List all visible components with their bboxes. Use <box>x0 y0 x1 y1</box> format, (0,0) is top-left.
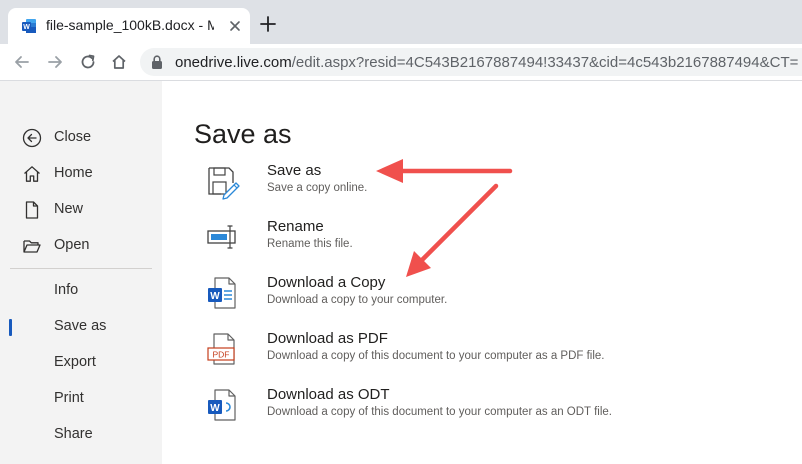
pdf-badge: PDF <box>213 350 230 360</box>
url-path: /edit.aspx?resid=4C543B2167887494!33437&… <box>291 54 799 71</box>
option-description: Rename this file. <box>267 238 353 250</box>
sidebar-item-label: Export <box>54 354 96 370</box>
svg-text:W: W <box>210 403 220 414</box>
sidebar-item-export[interactable]: Export <box>0 346 162 380</box>
save-as-icon <box>208 167 240 200</box>
option-download-copy[interactable]: W Download a Copy Download a copy to you… <box>190 268 790 320</box>
tab-title: file-sample_100kB.docx - Micr <box>46 17 214 33</box>
browser-toolbar: onedrive.live.com/edit.aspx?resid=4C543B… <box>0 44 802 81</box>
browser-tab-strip: W file-sample_100kB.docx - Micr <box>0 0 802 44</box>
word-icon: W <box>22 19 36 33</box>
sidebar-item-info[interactable]: Info <box>0 274 162 308</box>
sidebar-item-label: Close <box>54 129 92 145</box>
option-title: Download as ODT <box>267 386 390 403</box>
option-title: Rename <box>267 218 324 235</box>
option-description: Save a copy online. <box>267 182 368 194</box>
option-rename[interactable]: Rename Rename this file. <box>190 212 790 264</box>
page-title: Save as <box>194 119 292 149</box>
word-document-icon: W <box>208 277 236 309</box>
sidebar-item-save-as[interactable]: Save as <box>0 310 162 344</box>
sidebar-item-label: Save as <box>54 318 107 334</box>
option-title: Download a Copy <box>267 274 386 291</box>
sidebar-item-label: Share <box>54 426 93 442</box>
lock-icon <box>152 55 162 69</box>
back-circle-icon <box>22 128 42 148</box>
option-title: Download as PDF <box>267 330 388 347</box>
sidebar-item-label: Home <box>54 165 93 181</box>
address-bar[interactable]: onedrive.live.com/edit.aspx?resid=4C543B… <box>140 48 802 76</box>
sidebar-item-share[interactable]: Share <box>0 418 162 452</box>
url-text: onedrive.live.com/edit.aspx?resid=4C543B… <box>175 54 798 71</box>
forward-arrow-icon[interactable] <box>46 53 64 71</box>
option-download-odt[interactable]: W Download as ODT Download a copy of thi… <box>190 380 790 432</box>
sidebar-item-label: Info <box>54 282 79 298</box>
sidebar-item-close[interactable]: Close <box>0 121 162 155</box>
option-description: Download a copy of this document to your… <box>267 350 605 362</box>
option-description: Download a copy of this document to your… <box>267 406 612 418</box>
sidebar-item-open[interactable]: Open <box>0 229 162 263</box>
option-title: Save as <box>267 162 322 179</box>
sidebar-item-home[interactable]: Home <box>0 157 162 191</box>
sidebar-item-label: New <box>54 201 84 217</box>
sidebar-divider <box>10 268 152 269</box>
reload-icon[interactable] <box>79 53 97 71</box>
home-icon <box>24 166 40 182</box>
svg-text:W: W <box>210 291 220 302</box>
odt-document-icon: W <box>208 389 236 421</box>
active-indicator <box>9 319 12 336</box>
sidebar-item-new[interactable]: New <box>0 193 162 227</box>
option-download-pdf[interactable]: PDF Download as PDF Download a copy of t… <box>190 324 790 376</box>
svg-text:W: W <box>23 24 30 31</box>
option-save-as[interactable]: Save as Save a copy online. <box>190 156 790 208</box>
browser-tab[interactable]: W file-sample_100kB.docx - Micr <box>8 8 250 44</box>
open-folder-icon <box>23 240 41 253</box>
plus-icon[interactable] <box>258 14 278 34</box>
backstage-sidebar: Close Home New Open Info Save as Export … <box>0 81 162 464</box>
sidebar-item-label: Open <box>54 237 90 253</box>
sidebar-item-label: Print <box>54 390 84 406</box>
back-arrow-icon[interactable] <box>13 53 31 71</box>
tab-close-icon[interactable] <box>227 18 243 34</box>
home-icon[interactable] <box>110 53 128 71</box>
rename-icon <box>207 225 236 249</box>
sidebar-item-print[interactable]: Print <box>0 382 162 416</box>
pdf-document-icon: PDF <box>207 333 235 365</box>
option-description: Download a copy to your computer. <box>267 294 448 306</box>
url-host: onedrive.live.com <box>175 54 292 71</box>
new-document-icon <box>25 201 39 219</box>
